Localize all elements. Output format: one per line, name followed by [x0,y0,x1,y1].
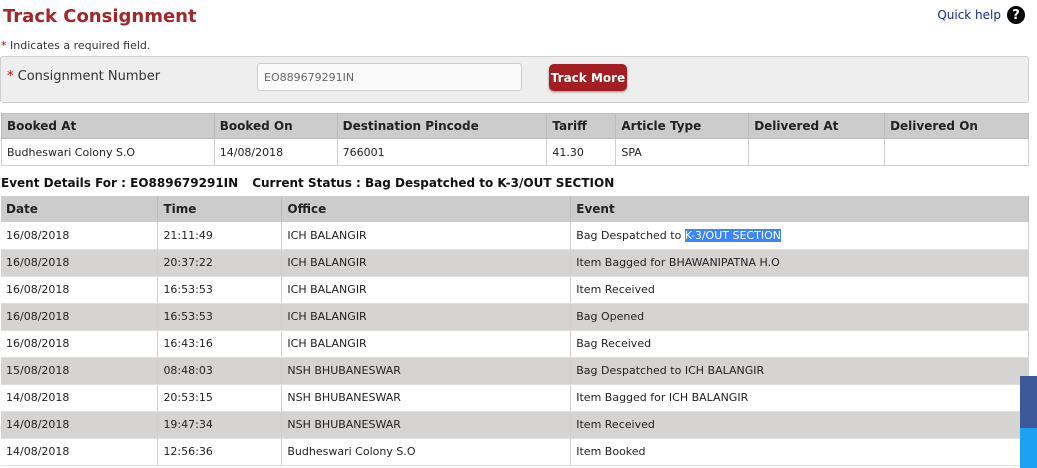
event-row: 14/08/2018 12:56:36 Budheswari Colony S.… [1,438,1029,466]
event-office: NSH BHUBANESWAR [281,411,572,439]
event-row: 14/08/2018 19:47:34 NSH BHUBANESWAR Item… [1,411,1029,439]
event-office: ICH BALANGIR [281,276,572,304]
event-row: 15/08/2018 08:48:03 NSH BHUBANESWAR Bag … [1,357,1029,385]
current-status: Current Status : Bag Despatched to K-3/O… [252,176,615,190]
header-article-type: Article Type [615,113,750,139]
help-icon[interactable]: ? [1007,6,1025,24]
event-date: 16/08/2018 [1,303,159,331]
event-time: 16:53:53 [157,303,283,331]
event-time: 12:56:36 [157,438,283,466]
booking-table: Booked At Booked On Destination Pincode … [1,113,1029,166]
twitter-share-tab[interactable] [1020,428,1037,468]
delivered-at-cell [748,138,886,166]
event-date: 15/08/2018 [1,357,159,385]
quick-help: Quick help ? [937,6,1025,24]
event-office: NSH BHUBANESWAR [281,357,572,385]
event-row: 16/08/2018 16:43:16 ICH BALANGIR Bag Rec… [1,330,1029,358]
event-office: ICH BALANGIR [281,249,572,277]
tariff-cell: 41.30 [546,138,617,166]
quick-help-link[interactable]: Quick help [937,8,1001,22]
booking-row: Budheswari Colony S.O 14/08/2018 766001 … [1,138,1029,166]
event-description: Bag Received [570,330,1029,358]
booked-at-cell: Budheswari Colony S.O [1,138,215,166]
event-description: Bag Opened [570,303,1029,331]
event-row: 16/08/2018 16:53:53 ICH BALANGIR Item Re… [1,276,1029,304]
booking-header-row: Booked At Booked On Destination Pincode … [1,113,1029,139]
event-office: NSH BHUBANESWAR [281,384,572,412]
required-note: * Indicates a required field. [1,39,150,52]
event-date: 16/08/2018 [1,222,159,250]
event-text: Bag Despatched to [576,228,685,242]
header-booked-on: Booked On [213,113,338,139]
booked-on-cell: 14/08/2018 [213,138,338,166]
consignment-label-text: Consignment Number [13,69,161,84]
consignment-number-input[interactable] [257,63,522,91]
destination-pincode-cell: 766001 [336,138,548,166]
event-date: 14/08/2018 [1,384,159,412]
page-title: Track Consignment [3,6,197,27]
event-details-for: Event Details For : EO889679291IN [1,176,239,190]
track-more-button[interactable]: Track More [549,64,627,91]
event-office: ICH BALANGIR [281,330,572,358]
header-date: Date [1,196,159,222]
event-row: 16/08/2018 20:37:22 ICH BALANGIR Item Ba… [1,249,1029,277]
facebook-share-tab[interactable] [1020,376,1037,428]
event-row: 16/08/2018 16:53:53 ICH BALANGIR Bag Ope… [1,303,1029,331]
header-delivered-at: Delivered At [748,113,886,139]
event-description: Bag Despatched to K-3/OUT SECTION [570,222,1029,250]
event-time: 19:47:34 [157,411,283,439]
event-time: 16:53:53 [157,276,283,304]
event-time: 21:11:49 [157,222,283,250]
selected-text: K-3/OUT SECTION [684,228,781,242]
header-office: Office [281,196,572,222]
event-date: 16/08/2018 [1,276,159,304]
header-destination-pincode: Destination Pincode [336,113,548,139]
header-booked-at: Booked At [1,113,215,139]
event-description: Bag Despatched to ICH BALANGIR [570,357,1029,385]
article-type-cell: SPA [615,138,750,166]
delivered-on-cell [884,138,1029,166]
event-office: Budheswari Colony S.O [281,438,572,466]
event-row: 14/08/2018 20:53:15 NSH BHUBANESWAR Item… [1,384,1029,412]
event-time: 20:37:22 [157,249,283,277]
event-description: Item Bagged for BHAWANIPATNA H.O [570,249,1029,277]
event-date: 16/08/2018 [1,249,159,277]
header-delivered-on: Delivered On [884,113,1029,139]
event-time: 16:43:16 [157,330,283,358]
consignment-form: * Consignment Number Track More [0,56,1029,103]
header-event: Event [570,196,1029,222]
event-description: Item Booked [570,438,1029,466]
events-header-row: Date Time Office Event [1,196,1029,222]
required-note-text: Indicates a required field. [6,39,151,52]
event-time: 08:48:03 [157,357,283,385]
event-details-heading: Event Details For : EO889679291IN Current… [1,176,614,190]
event-time: 20:53:15 [157,384,283,412]
consignment-label: * Consignment Number [7,69,160,84]
event-date: 14/08/2018 [1,438,159,466]
event-description: Item Received [570,276,1029,304]
event-office: ICH BALANGIR [281,222,572,250]
event-office: ICH BALANGIR [281,303,572,331]
header-tariff: Tariff [546,113,617,139]
events-table: Date Time Office Event 16/08/2018 21:11:… [1,196,1029,466]
event-row: 16/08/2018 21:11:49 ICH BALANGIR Bag Des… [1,222,1029,250]
event-date: 14/08/2018 [1,411,159,439]
event-description: Item Received [570,411,1029,439]
event-date: 16/08/2018 [1,330,159,358]
header-time: Time [157,196,283,222]
event-description: Item Bagged for ICH BALANGIR [570,384,1029,412]
